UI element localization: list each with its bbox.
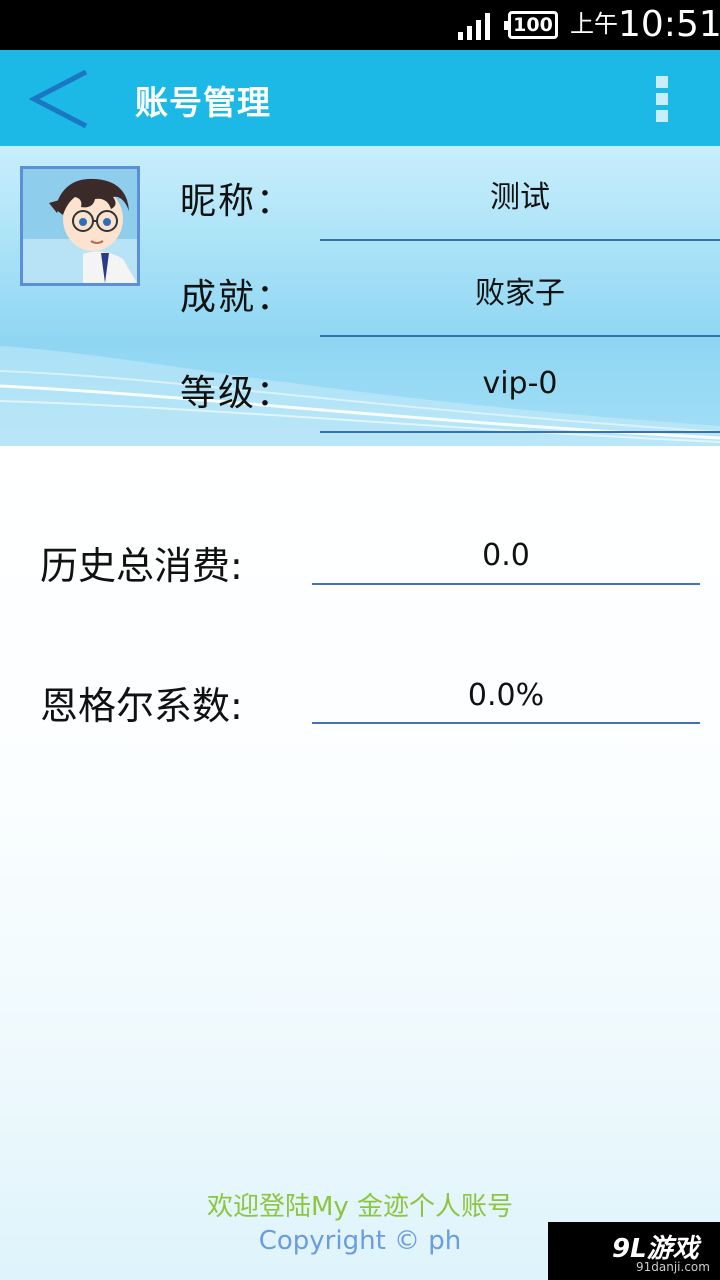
footer-welcome-text: 欢迎登陆My 金迹个人账号 (206, 1192, 514, 1222)
status-clock: 上午10:51 (570, 4, 720, 46)
total-spend-underline (312, 583, 700, 585)
profile-header: 昵称： 测试 成就： 败家子 等级： vip-0 (0, 146, 720, 446)
nickname-underline (320, 239, 720, 241)
engel-coefficient-value: 0.0% (467, 678, 545, 713)
page-title: 账号管理 (135, 83, 271, 122)
nickname-value: 测试 (490, 180, 550, 215)
achievement-value: 败家子 (475, 276, 565, 311)
total-spend-label: 历史总消费: (40, 544, 243, 588)
avatar-image (23, 169, 137, 283)
watermark-url: 91danji.com (636, 1260, 710, 1274)
achievement-label: 成就： (180, 277, 295, 318)
level-label: 等级： (180, 373, 295, 414)
signal-icon (458, 12, 498, 40)
achievement-underline (320, 335, 720, 337)
level-value: vip-0 (482, 366, 558, 401)
status-time: 10:51 (618, 4, 720, 45)
action-bar: 账号管理 (0, 50, 720, 146)
battery-icon: 100 (504, 11, 558, 39)
watermark: 9L游戏 91danji.com (548, 1222, 720, 1280)
status-ampm: 上午 (570, 10, 618, 38)
level-underline (320, 431, 720, 433)
engel-coefficient-underline (312, 722, 700, 724)
back-chevron-icon[interactable] (28, 68, 92, 130)
total-spend-value: 0.0 (482, 538, 530, 573)
engel-coefficient-label: 恩格尔系数: (40, 684, 243, 728)
overflow-menu-icon[interactable] (656, 76, 670, 122)
status-bar: 100 上午10:51 (0, 0, 720, 50)
avatar[interactable] (20, 166, 140, 286)
nickname-label: 昵称： (180, 181, 295, 222)
